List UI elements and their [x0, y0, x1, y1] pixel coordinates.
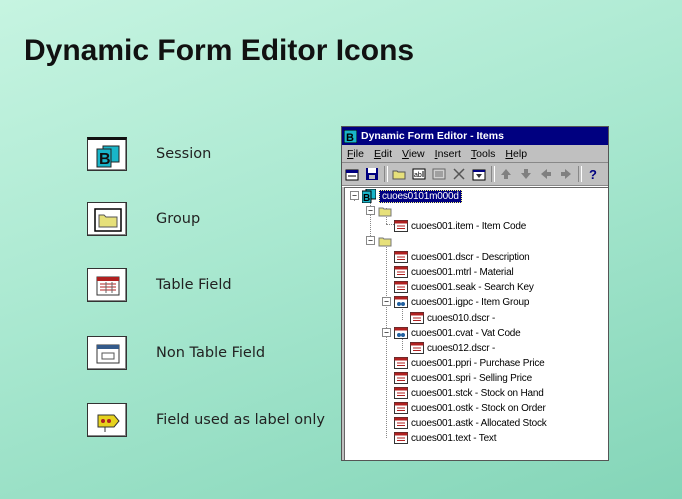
tree-node-field[interactable]: cuoes001.astk - Allocated Stock [394, 416, 547, 430]
menu-bar: File Edit View Insert Tools Help [342, 145, 608, 163]
window-titlebar[interactable]: B Dynamic Form Editor - Items [342, 127, 608, 145]
menu-file[interactable]: File [342, 148, 369, 160]
help-icon[interactable]: ? [585, 166, 601, 182]
form-editor-window: B Dynamic Form Editor - Items File Edit … [341, 126, 609, 461]
app-icon: B [344, 129, 357, 143]
move-up-icon[interactable] [498, 166, 514, 182]
legend-group: Group [87, 202, 337, 238]
move-right-icon[interactable] [558, 166, 574, 182]
folder-icon[interactable] [391, 166, 407, 182]
menu-tools[interactable]: Tools [466, 148, 501, 160]
table-field-icon [410, 342, 424, 354]
svg-text:?: ? [589, 167, 597, 181]
delete-icon[interactable] [451, 166, 467, 182]
tree-node-field[interactable]: cuoes001.ppri - Purchase Price [394, 356, 545, 370]
move-left-icon[interactable] [538, 166, 554, 182]
new-form-icon[interactable] [344, 166, 360, 182]
legend-label-label-only: Field used as label only [156, 412, 325, 428]
legend-label-non-table-field: Non Table Field [156, 345, 266, 361]
legend-table-field: Table Field [87, 268, 337, 304]
menu-edit[interactable]: Edit [369, 148, 397, 160]
svg-text:B: B [346, 132, 354, 143]
tree-node-field-ref[interactable]: cuoes001.cvat - Vat Code [394, 326, 521, 340]
table-field-icon [394, 432, 408, 444]
tree-node-field[interactable]: cuoes001.seak - Search Key [394, 280, 534, 294]
properties-icon[interactable] [471, 166, 487, 182]
table-field-icon [394, 266, 408, 278]
group-folder-icon [378, 237, 392, 247]
table-field-icon [410, 312, 424, 324]
move-down-icon[interactable] [518, 166, 534, 182]
toolbar-separator [578, 166, 582, 182]
table-field-icon [394, 220, 408, 232]
svg-text:B: B [99, 151, 111, 168]
legend-label-session: Session [156, 146, 212, 162]
collapse-toggle[interactable]: − [382, 328, 391, 337]
table-field-icon [394, 387, 408, 399]
toolbar-separator [384, 166, 388, 182]
collapse-toggle[interactable]: − [350, 191, 359, 200]
tree-node-field[interactable]: cuoes010.dscr - [410, 311, 495, 325]
tree-node-field[interactable]: cuoes001.spri - Selling Price [394, 371, 532, 385]
table-field-icon [394, 281, 408, 293]
collapse-toggle[interactable]: − [382, 297, 391, 306]
tree-node-field-ref[interactable]: cuoes001.igpc - Item Group [394, 295, 529, 309]
collapse-toggle[interactable]: − [366, 206, 375, 215]
label-only-field-icon [87, 403, 127, 437]
table-field-icon [394, 357, 408, 369]
tree-node-session[interactable]: B cuoes0101m000d [362, 189, 462, 203]
legend-label-only: Field used as label only [87, 403, 337, 439]
tree-node-field[interactable]: cuoes001.item - Item Code [394, 219, 526, 233]
group-folder-icon [378, 207, 392, 217]
text-field-icon[interactable]: ab [411, 166, 427, 182]
collapse-toggle[interactable]: − [366, 236, 375, 245]
save-icon[interactable] [364, 166, 380, 182]
non-table-field-icon [87, 336, 127, 370]
toolbar: ab ? [342, 163, 608, 186]
tree-node-field[interactable]: cuoes001.ostk - Stock on Order [394, 401, 546, 415]
window-title: Dynamic Form Editor - Items [361, 130, 504, 142]
menu-insert[interactable]: Insert [430, 148, 466, 160]
table-field-icon [394, 417, 408, 429]
table-field-icon [394, 402, 408, 414]
tree-node-field[interactable]: cuoes001.stck - Stock on Hand [394, 386, 544, 400]
table-field-icon [394, 372, 408, 384]
group-folder-icon [87, 202, 127, 236]
toolbar-separator [491, 166, 495, 182]
legend-non-table-field: Non Table Field [87, 336, 337, 372]
legend-label-group: Group [156, 211, 201, 227]
table-field-icon [394, 251, 408, 263]
tree-node-field[interactable]: cuoes001.dscr - Description [394, 250, 530, 264]
slide-title: Dynamic Form Editor Icons [24, 34, 415, 67]
legend-label-table-field: Table Field [156, 277, 232, 293]
session-icon: B [362, 189, 376, 203]
legend-session: B Session [87, 137, 337, 173]
svg-text:B: B [363, 193, 370, 203]
menu-help[interactable]: Help [500, 148, 532, 160]
tree-node-group[interactable] [378, 204, 392, 218]
session-icon: B [87, 137, 127, 171]
table-field-reference-icon [394, 327, 408, 339]
form-tree[interactable]: − − − − − B cuoes0101m000d cuoes001.item… [344, 187, 608, 460]
table-field-icon [87, 268, 127, 302]
tree-node-field[interactable]: cuoes001.text - Text [394, 431, 497, 445]
image-icon[interactable] [431, 166, 447, 182]
svg-text:ab: ab [414, 172, 422, 179]
menu-view[interactable]: View [397, 148, 430, 160]
tree-node-field[interactable]: cuoes012.dscr - [410, 341, 495, 355]
tree-node-group[interactable] [378, 234, 392, 248]
table-field-reference-icon [394, 296, 408, 308]
tree-node-field[interactable]: cuoes001.mtrl - Material [394, 265, 514, 279]
